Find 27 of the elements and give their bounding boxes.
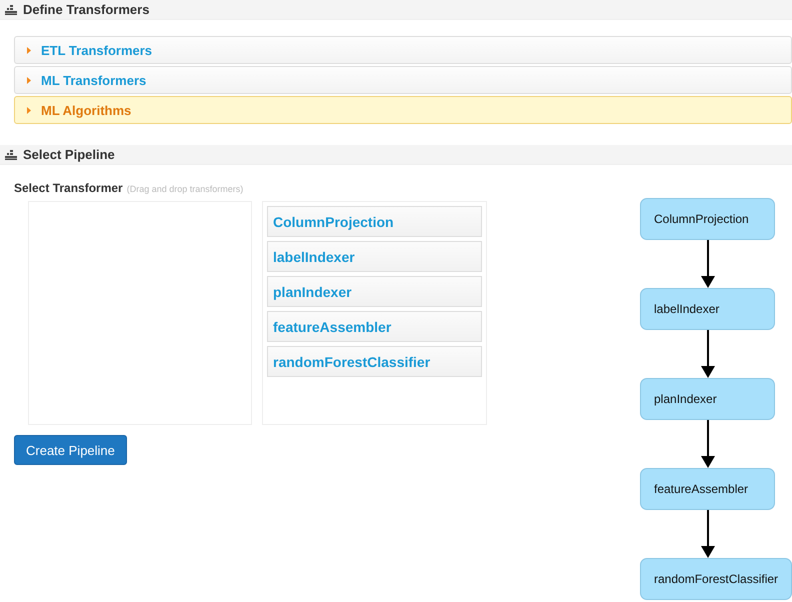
transformer-item[interactable]: featureAssembler <box>267 311 482 342</box>
caret-icon <box>27 46 31 54</box>
caret-icon <box>27 76 31 84</box>
pipeline-node: featureAssembler <box>640 468 775 510</box>
field-label: Select Transformer <box>14 181 123 195</box>
accordion-header[interactable]: ML Algorithms <box>14 96 792 124</box>
section-title: Select Pipeline <box>23 147 115 162</box>
transformer-item[interactable]: ColumnProjection <box>267 206 482 237</box>
pipeline-node: ColumnProjection <box>640 198 775 240</box>
accordion-header[interactable]: ETL Transformers <box>14 36 792 64</box>
hint-text: (Drag and drop transformers) <box>126 184 244 194</box>
transformer-item[interactable]: labelIndexer <box>267 241 482 272</box>
arrow <box>701 510 715 558</box>
arrow <box>701 330 715 378</box>
stacked-bars-icon <box>5 4 17 14</box>
arrow <box>701 240 715 288</box>
arrow <box>701 420 715 468</box>
pipeline-node: randomForestClassifier <box>640 558 792 600</box>
pipeline-node: planIndexer <box>640 378 775 420</box>
transformer-item[interactable]: randomForestClassifier <box>267 346 482 377</box>
create-pipeline-button[interactable]: Create Pipeline <box>14 435 127 465</box>
stacked-bars-icon <box>5 150 17 160</box>
accordion-header[interactable]: ML Transformers <box>14 66 792 94</box>
transformer-item[interactable]: planIndexer <box>267 276 482 307</box>
section-title: Define Transformers <box>23 2 150 17</box>
pipeline-node: labelIndexer <box>640 288 775 330</box>
caret-icon <box>27 106 31 114</box>
